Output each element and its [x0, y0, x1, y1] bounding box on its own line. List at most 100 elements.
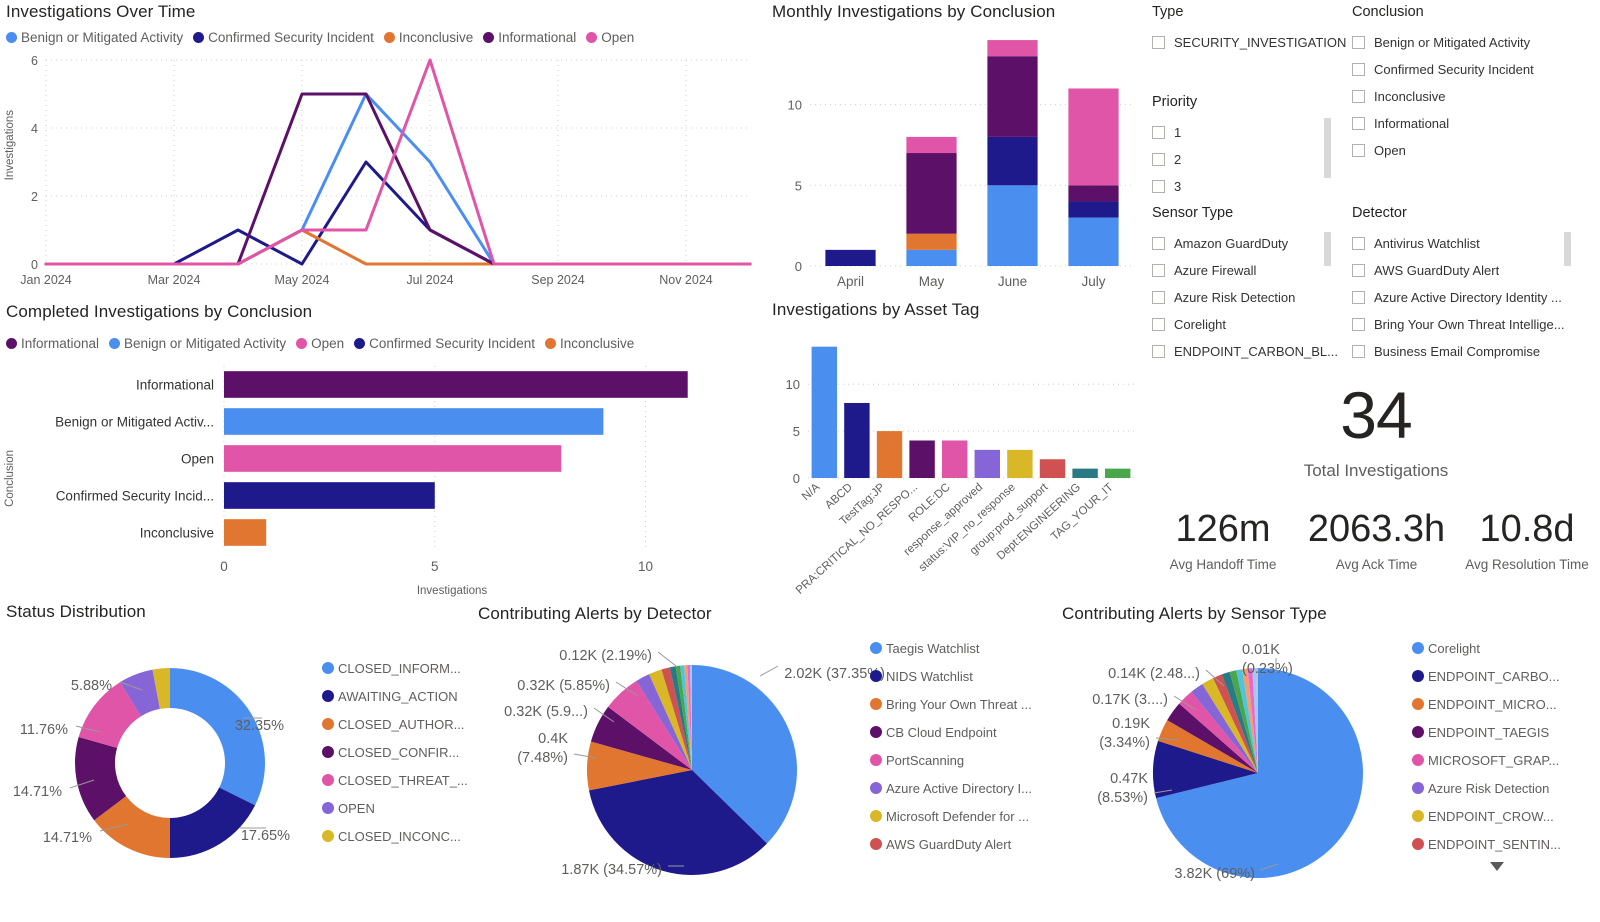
sensor-legend-item[interactable]: ENDPOINT_SENTIN... — [1412, 830, 1561, 858]
filter-sensor-type-option[interactable]: Azure Risk Detection — [1152, 284, 1352, 311]
bar-legend-item[interactable]: Benign or Mitigated Activity — [109, 336, 286, 351]
filter-sensor-type-option[interactable]: Azure Firewall — [1152, 257, 1352, 284]
filter-option-label: Open — [1374, 143, 1406, 158]
filters-panel: Type SECURITY_INVESTIGATION Priority 1 2 3… — [1152, 0, 1600, 380]
line-legend-item[interactable]: Informational — [483, 30, 576, 45]
line-legend-item[interactable]: Inconclusive — [383, 30, 473, 45]
bar-legend-item[interactable]: Informational — [6, 336, 99, 351]
bar-legend-item[interactable]: Confirmed Security Incident — [354, 336, 535, 351]
filter-type-option[interactable]: SECURITY_INVESTIGATION — [1152, 29, 1352, 56]
filter-conclusion-option[interactable]: Benign or Mitigated Activity — [1352, 29, 1582, 56]
svg-text:N/A: N/A — [800, 481, 823, 503]
status-legend-item[interactable]: AWAITING_ACTION — [322, 682, 468, 710]
status-legend-item[interactable]: OPEN — [322, 794, 468, 822]
checkbox-icon[interactable] — [1352, 264, 1365, 277]
sensor-type-scrollbar[interactable] — [1324, 232, 1331, 266]
checkbox-icon[interactable] — [1152, 237, 1165, 250]
checkbox-icon[interactable] — [1152, 180, 1165, 193]
legend-swatch-icon — [870, 838, 882, 850]
kpi-handoff-label: Avg Handoff Time — [1169, 557, 1277, 572]
sensor-legend-item[interactable]: ENDPOINT_TAEGIS — [1412, 718, 1561, 746]
checkbox-icon[interactable] — [1152, 264, 1165, 277]
sensor-legend-item[interactable]: ENDPOINT_CARBO... — [1412, 662, 1561, 690]
filter-conclusion-option[interactable]: Inconclusive — [1352, 83, 1582, 110]
legend-label: OPEN — [338, 800, 375, 816]
detector-legend-item[interactable]: NIDS Watchlist — [870, 662, 1032, 690]
detector-legend-item[interactable]: Bring Your Own Threat ... — [870, 690, 1032, 718]
filter-list-conclusion[interactable]: Benign or Mitigated Activity Confirmed Se… — [1352, 29, 1582, 164]
sensor-legend-item[interactable]: MICROSOFT_GRAP... — [1412, 746, 1561, 774]
filter-list-detector[interactable]: Antivirus Watchlist AWS GuardDuty Alert Az… — [1352, 230, 1592, 365]
status-legend-item[interactable]: CLOSED_THREAT_... — [322, 766, 468, 794]
kpi-avg-resolution-time: 10.8d Avg Resolution Time — [1452, 510, 1600, 572]
checkbox-icon[interactable] — [1352, 318, 1365, 331]
sensor-legend-item[interactable]: ENDPOINT_CROW... — [1412, 802, 1561, 830]
detector-legend-item[interactable]: Microsoft Defender for ... — [870, 802, 1032, 830]
detector-legend-item[interactable]: CB Cloud Endpoint — [870, 718, 1032, 746]
bar-legend-item[interactable]: Open — [296, 336, 344, 351]
filter-detector-option[interactable]: Azure Active Directory Identity ... — [1352, 284, 1592, 311]
sensor-legend-item[interactable]: Azure Risk Detection — [1412, 774, 1561, 802]
legend-swatch-icon — [1412, 810, 1424, 822]
filter-detector-option[interactable]: Business Email Compromise — [1352, 338, 1592, 365]
svg-text:10: 10 — [638, 559, 653, 574]
line-legend-item[interactable]: Benign or Mitigated Activity — [6, 30, 183, 45]
filter-conclusion-option[interactable]: Informational — [1352, 110, 1582, 137]
checkbox-icon[interactable] — [1152, 36, 1165, 49]
status-legend-item[interactable]: CLOSED_CONFIR... — [322, 738, 468, 766]
filter-list-priority[interactable]: 1 2 3 — [1152, 119, 1352, 200]
sensor-legend-item[interactable]: ENDPOINT_MICRO... — [1412, 690, 1561, 718]
filter-conclusion-option[interactable]: Confirmed Security Incident — [1352, 56, 1582, 83]
status-legend-item[interactable]: CLOSED_AUTHOR... — [322, 710, 468, 738]
detector-legend-item[interactable]: PortScanning — [870, 746, 1032, 774]
bar-legend-item[interactable]: Inconclusive — [545, 336, 634, 351]
filter-list-type[interactable]: SECURITY_INVESTIGATION — [1152, 29, 1352, 56]
filter-sensor-type-option[interactable]: Corelight — [1152, 311, 1352, 338]
filter-detector-option[interactable]: Bring Your Own Threat Intellige... — [1352, 311, 1592, 338]
legend-swatch-icon — [870, 670, 882, 682]
checkbox-icon[interactable] — [1152, 318, 1165, 331]
line-legend-item[interactable]: Confirmed Security Incident — [193, 30, 374, 45]
sensor-legend-item[interactable]: Corelight — [1412, 634, 1561, 662]
detector-legend-item[interactable]: Azure Active Directory I... — [870, 774, 1032, 802]
checkbox-icon[interactable] — [1152, 126, 1165, 139]
status-legend-item[interactable]: CLOSED_INFORM... — [322, 654, 468, 682]
legend-swatch-icon — [322, 830, 334, 842]
detector-legend-item[interactable]: AWS GuardDuty Alert — [870, 830, 1032, 858]
legend-swatch-icon — [870, 726, 882, 738]
filter-detector-option[interactable]: AWS GuardDuty Alert — [1352, 257, 1592, 284]
checkbox-icon[interactable] — [1352, 117, 1365, 130]
checkbox-icon[interactable] — [1352, 36, 1365, 49]
legend-label: Taegis Watchlist — [886, 640, 980, 656]
status-donut-legend: CLOSED_INFORM... AWAITING_ACTION CLOSED_AU… — [322, 654, 468, 850]
checkbox-icon[interactable] — [1352, 237, 1365, 250]
chevron-down-icon[interactable] — [1490, 862, 1504, 871]
checkbox-icon[interactable] — [1352, 90, 1365, 103]
filter-priority-option[interactable]: 3 — [1152, 173, 1352, 200]
checkbox-icon[interactable] — [1152, 291, 1165, 304]
checkbox-icon[interactable] — [1352, 144, 1365, 157]
line-legend-item[interactable]: Open — [586, 30, 634, 45]
legend-swatch-icon — [1412, 782, 1424, 794]
legend-label: Confirmed Security Incident — [369, 336, 535, 351]
filter-group-priority: Priority 1 2 3 — [1152, 94, 1352, 200]
legend-label: Open — [311, 336, 345, 351]
checkbox-icon[interactable] — [1152, 153, 1165, 166]
status-donut-plot: 32.35% 17.65% 14.71% 14.71% 11.76% 5.88% — [13, 668, 290, 858]
priority-scrollbar[interactable] — [1324, 118, 1331, 178]
filter-detector-option[interactable]: Antivirus Watchlist — [1352, 230, 1592, 257]
filter-list-sensor-type[interactable]: Amazon GuardDuty Azure Firewall Azure Risk… — [1152, 230, 1352, 365]
filter-sensor-type-option[interactable]: Amazon GuardDuty — [1152, 230, 1352, 257]
checkbox-icon[interactable] — [1352, 345, 1365, 358]
detector-legend-item[interactable]: Taegis Watchlist — [870, 634, 1032, 662]
checkbox-icon[interactable] — [1352, 63, 1365, 76]
filter-sensor-type-option[interactable]: ENDPOINT_CARBON_BL... — [1152, 338, 1352, 365]
detector-scrollbar[interactable] — [1564, 232, 1571, 266]
checkbox-icon[interactable] — [1152, 345, 1165, 358]
filter-priority-option[interactable]: 1 — [1152, 119, 1352, 146]
checkbox-icon[interactable] — [1352, 291, 1365, 304]
filter-priority-option[interactable]: 2 — [1152, 146, 1352, 173]
filter-conclusion-option[interactable]: Open — [1352, 137, 1582, 164]
panel-title-line-chart: Investigations Over Time — [6, 2, 196, 21]
status-legend-item[interactable]: CLOSED_INCONC... — [322, 822, 468, 850]
